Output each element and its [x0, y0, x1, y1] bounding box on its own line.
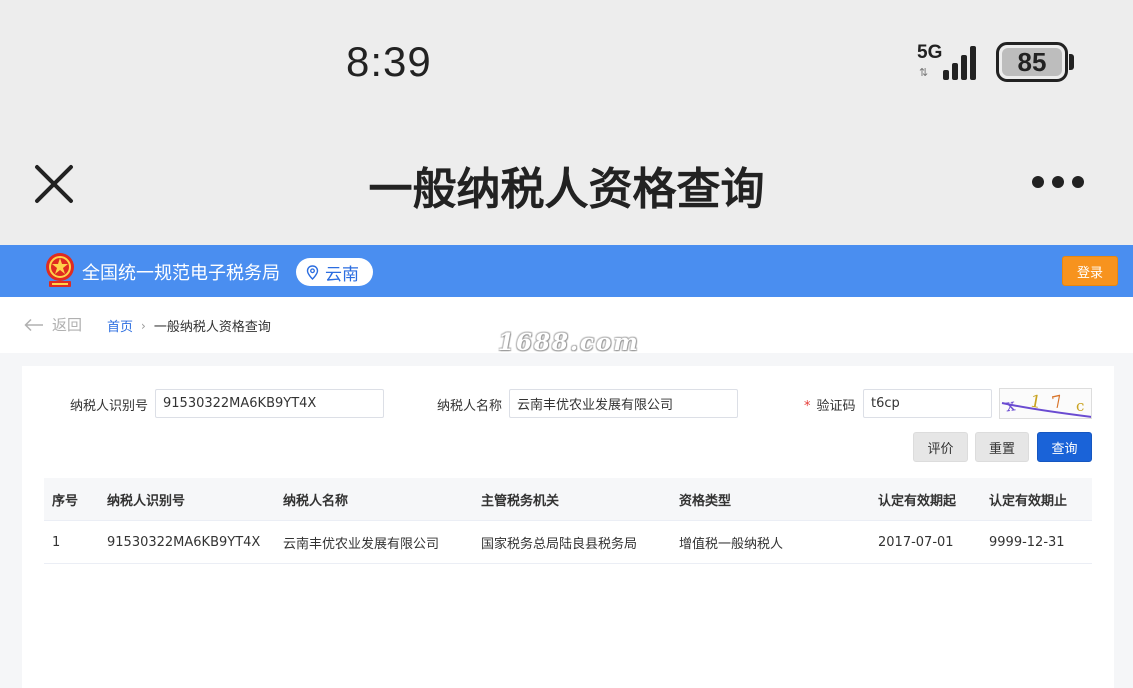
captcha-input[interactable]: t6cp	[863, 389, 992, 418]
cell-taxpayer-id: 91530322MA6KB9YT4X	[107, 534, 261, 550]
battery-icon: 85	[996, 42, 1068, 82]
taxpayer-name-label: 纳税人名称	[437, 399, 503, 414]
breadcrumb: 首页 › 一般纳税人资格查询	[107, 316, 271, 336]
breadcrumb-bar: 返回 首页 › 一般纳税人资格查询 1688.com	[0, 297, 1133, 356]
more-options-icon[interactable]	[1032, 175, 1084, 189]
cell-taxpayer-name: 云南丰优农业发展有限公司	[283, 536, 440, 552]
captcha-graphic: x 1 7 c	[1001, 391, 1091, 418]
taxpayer-name-input[interactable]: 云南丰优农业发展有限公司	[509, 389, 738, 418]
column-header: 纳税人名称	[283, 493, 349, 509]
captcha-label: * 验证码	[804, 399, 856, 414]
table-row: 1 91530322MA6KB9YT4X 云南丰优农业发展有限公司 国家税务总局…	[44, 520, 1092, 564]
back-button[interactable]: 返回	[24, 314, 82, 335]
chevron-right-icon: ›	[141, 318, 146, 333]
site-title: 全国统一规范电子税务局	[82, 263, 280, 284]
required-mark: *	[804, 399, 811, 414]
column-header: 资格类型	[679, 493, 732, 509]
column-header: 纳税人识别号	[107, 493, 186, 509]
national-emblem-icon	[46, 253, 74, 287]
cell-qualification-type: 增值税一般纳税人	[679, 536, 784, 552]
login-button[interactable]: 登录	[1062, 256, 1118, 286]
cell-valid-to: 9999-12-31	[989, 534, 1065, 550]
column-header: 序号	[52, 493, 79, 509]
captcha-image[interactable]: x 1 7 c	[999, 388, 1092, 419]
column-header: 认定有效期起	[878, 493, 957, 509]
breadcrumb-current: 一般纳税人资格查询	[153, 320, 271, 335]
signal-indicator: 5G ⇅	[917, 42, 981, 82]
watermark: 1688.com	[498, 329, 640, 356]
svg-text:7: 7	[1050, 392, 1065, 414]
column-header: 主管税务机关	[481, 493, 560, 509]
search-button[interactable]: 查询	[1037, 432, 1092, 462]
cell-valid-from: 2017-07-01	[878, 534, 954, 550]
back-label: 返回	[52, 316, 83, 334]
site-header: 全国统一规范电子税务局 云南 登录	[0, 245, 1133, 297]
reset-button[interactable]: 重置	[975, 432, 1029, 462]
app-header: 一般纳税人资格查询	[0, 125, 1133, 245]
status-bar: 8:39 5G ⇅ 85	[0, 0, 1133, 125]
results-table: 序号 纳税人识别号 纳税人名称 主管税务机关 资格类型 认定有效期起 认定有效期…	[44, 478, 1092, 564]
battery-tip	[1069, 54, 1074, 70]
arrow-left-icon	[24, 318, 43, 331]
battery-level: 85	[1002, 47, 1062, 77]
breadcrumb-home-link[interactable]: 首页	[107, 316, 133, 335]
signal-bars-icon	[937, 44, 981, 80]
query-panel: 纳税人识别号 91530322MA6KB9YT4X 纳税人名称 云南丰优农业发展…	[22, 366, 1114, 688]
page-title: 一般纳税人资格查询	[368, 164, 765, 215]
column-header: 认定有效期止	[989, 493, 1068, 509]
svg-text:c: c	[1076, 397, 1084, 415]
taxpayer-id-input[interactable]: 91530322MA6KB9YT4X	[155, 389, 384, 418]
region-label: 云南	[325, 264, 359, 285]
table-header: 序号 纳税人识别号 纳税人名称 主管税务机关 资格类型 认定有效期起 认定有效期…	[44, 478, 1092, 520]
status-time: 8:39	[346, 38, 432, 85]
region-selector[interactable]: 云南	[296, 258, 373, 286]
cell-tax-authority: 国家税务总局陆良县税务局	[481, 536, 638, 552]
data-arrows-icon: ⇅	[919, 66, 929, 79]
taxpayer-id-label: 纳税人识别号	[70, 399, 149, 414]
rate-button[interactable]: 评价	[913, 432, 968, 462]
cell-index: 1	[52, 534, 61, 550]
location-pin-icon	[306, 264, 319, 280]
